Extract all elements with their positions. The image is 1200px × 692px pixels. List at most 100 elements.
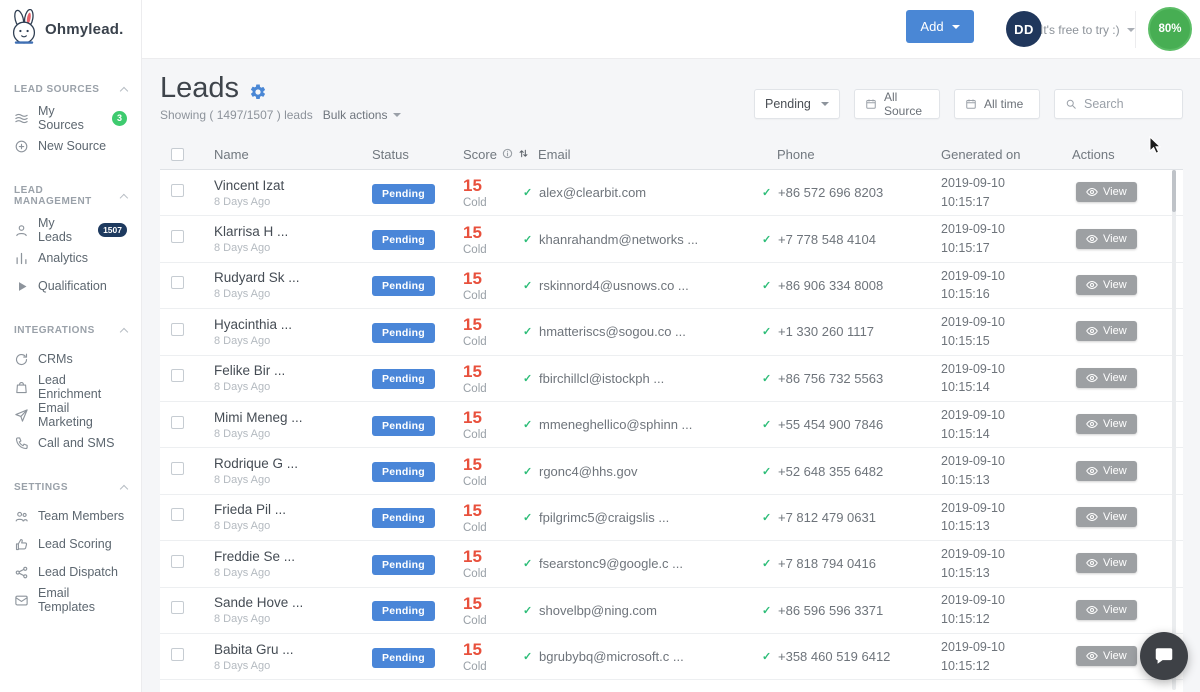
row-checkbox[interactable] bbox=[171, 322, 184, 336]
table-row[interactable]: Freddie Se ... 8 Days Ago Pending 15 Col… bbox=[160, 541, 1183, 588]
brand-logo[interactable]: Ohmylead. bbox=[0, 0, 141, 59]
generated-date: 2019-09-10 bbox=[941, 454, 1005, 469]
view-button[interactable]: View bbox=[1076, 228, 1137, 249]
time-filter-dropdown[interactable]: All time bbox=[954, 89, 1040, 119]
view-button-label: View bbox=[1103, 650, 1127, 663]
profile-completion-ring[interactable]: 80% bbox=[1148, 7, 1192, 51]
status-badge: Pending bbox=[372, 276, 435, 297]
header-actions: Actions bbox=[1072, 147, 1115, 162]
view-button[interactable]: View bbox=[1076, 553, 1137, 574]
row-checkbox[interactable] bbox=[171, 601, 184, 615]
section-lead-sources[interactable]: LEAD SOURCES bbox=[0, 84, 141, 96]
view-button[interactable]: View bbox=[1076, 460, 1137, 481]
filters-bar: Pending All Source All time bbox=[754, 89, 1183, 119]
generated-time: 10:15:13 bbox=[941, 519, 990, 534]
table-row[interactable]: Vincent Izat 8 Days Ago Pending 15 Cold … bbox=[160, 170, 1183, 217]
sidebar-item-lead-enrichment[interactable]: Lead Enrichment bbox=[0, 373, 141, 401]
info-icon[interactable] bbox=[502, 147, 513, 162]
account-menu[interactable]: It's free to try :) bbox=[1040, 0, 1135, 59]
section-settings[interactable]: SETTINGS bbox=[0, 482, 141, 494]
lead-email: rskinnord4@usnows.co ... bbox=[539, 277, 689, 293]
sidebar-item-my-sources[interactable]: My Sources 3 bbox=[0, 104, 141, 132]
add-button[interactable]: Add bbox=[906, 10, 974, 43]
lead-age: 8 Days Ago bbox=[214, 334, 271, 347]
table-row[interactable]: Frieda Pil ... 8 Days Ago Pending 15 Col… bbox=[160, 494, 1183, 542]
table-header-row: Name Status Score Email Phone Generated … bbox=[160, 140, 1183, 170]
lead-name: Freddie Se ... bbox=[214, 548, 296, 564]
sidebar-item-call-and-sms[interactable]: Call and SMS bbox=[0, 429, 141, 457]
sidebar-item-analytics[interactable]: Analytics bbox=[0, 244, 141, 272]
table-row[interactable]: Mimi Meneg ... 8 Days Ago Pending 15 Col… bbox=[160, 401, 1183, 449]
section-integrations[interactable]: INTEGRATIONS bbox=[0, 325, 141, 337]
sidebar-item-team-members[interactable]: Team Members bbox=[0, 502, 141, 530]
sidebar-item-email-templates[interactable]: Email Templates bbox=[0, 586, 141, 614]
table-row[interactable]: Felike Bir ... 8 Days Ago Pending 15 Col… bbox=[160, 355, 1183, 402]
status-filter-dropdown[interactable]: Pending bbox=[754, 89, 840, 119]
plus-circle-icon bbox=[14, 139, 29, 154]
sidebar-item-lead-scoring[interactable]: Lead Scoring bbox=[0, 530, 141, 558]
row-checkbox[interactable] bbox=[171, 508, 184, 522]
sidebar-item-my-leads[interactable]: My Leads 1507 bbox=[0, 216, 141, 244]
row-checkbox[interactable] bbox=[171, 230, 184, 244]
lead-phone: +55 454 900 7846 bbox=[778, 417, 884, 433]
generated-time: 10:15:13 bbox=[941, 473, 990, 488]
view-button[interactable]: View bbox=[1076, 646, 1137, 667]
verified-check-icon: ✓ bbox=[762, 372, 772, 385]
row-checkbox[interactable] bbox=[171, 369, 184, 383]
avatar[interactable]: DD bbox=[1006, 11, 1042, 47]
header-generated-on: Generated on bbox=[941, 147, 1021, 162]
sidebar-item-label: CRMs bbox=[38, 352, 73, 366]
lead-email: hmatteriscs@sogou.co ... bbox=[539, 324, 686, 340]
row-checkbox[interactable] bbox=[171, 647, 184, 661]
table-row[interactable]: Rudyard Sk ... 8 Days Ago Pending 15 Col… bbox=[160, 262, 1183, 310]
sidebar-item-crms[interactable]: CRMs bbox=[0, 345, 141, 373]
view-button[interactable]: View bbox=[1076, 367, 1137, 388]
verified-check-icon: ✓ bbox=[523, 651, 533, 664]
sidebar-item-email-marketing[interactable]: Email Marketing bbox=[0, 401, 141, 429]
chat-launcher[interactable] bbox=[1140, 632, 1188, 680]
row-checkbox[interactable] bbox=[171, 462, 184, 476]
table-row[interactable]: Rodrique G ... 8 Days Ago Pending 15 Col… bbox=[160, 448, 1183, 495]
verified-check-icon: ✓ bbox=[523, 511, 533, 524]
sidebar-item-lead-dispatch[interactable]: Lead Dispatch bbox=[0, 558, 141, 586]
table-row[interactable]: Babita Gru ... 8 Days Ago Pending 15 Col… bbox=[160, 633, 1183, 681]
chevron-down-icon bbox=[821, 102, 829, 106]
section-lead-management[interactable]: LEAD MANAGEMENT bbox=[0, 185, 141, 207]
lead-email: mmeneghellico@sphinn ... bbox=[539, 417, 693, 433]
leads-settings-gear-icon[interactable] bbox=[249, 83, 267, 101]
row-checkbox[interactable] bbox=[171, 183, 184, 197]
table-row[interactable]: 15 ✓ ✓ 2019-09-10 View bbox=[160, 680, 1183, 692]
verified-check-icon: ✓ bbox=[762, 604, 772, 617]
search-box[interactable] bbox=[1054, 89, 1183, 119]
bulk-actions-label: Bulk actions bbox=[322, 108, 388, 122]
header-status: Status bbox=[372, 147, 409, 162]
row-checkbox[interactable] bbox=[171, 554, 184, 568]
row-checkbox[interactable] bbox=[171, 276, 184, 290]
sort-icon[interactable] bbox=[518, 147, 529, 162]
generated-time: 10:15:17 bbox=[941, 194, 990, 209]
search-input[interactable] bbox=[1084, 97, 1174, 111]
source-filter-value: All Source bbox=[884, 90, 923, 118]
table-row[interactable]: Hyacinthia ... 8 Days Ago Pending 15 Col… bbox=[160, 309, 1183, 356]
sidebar-item-new-source[interactable]: New Source bbox=[0, 132, 141, 160]
lead-name: Babita Gru ... bbox=[214, 641, 294, 657]
table-row[interactable]: Sande Hove ... 8 Days Ago Pending 15 Col… bbox=[160, 587, 1183, 634]
sidebar-item-qualification[interactable]: Qualification bbox=[0, 272, 141, 300]
sidebar-item-label: Lead Scoring bbox=[38, 537, 112, 551]
view-button[interactable]: View bbox=[1076, 321, 1137, 342]
scrollbar-thumb[interactable] bbox=[1172, 170, 1176, 212]
table-row[interactable]: Klarrisa H ... 8 Days Ago Pending 15 Col… bbox=[160, 216, 1183, 263]
status-badge: Pending bbox=[372, 183, 435, 204]
verified-check-icon: ✓ bbox=[523, 604, 533, 617]
row-checkbox[interactable] bbox=[171, 415, 184, 429]
select-all-checkbox[interactable] bbox=[171, 148, 184, 161]
view-button[interactable]: View bbox=[1076, 506, 1137, 527]
header-score: Score bbox=[463, 147, 497, 162]
view-button[interactable]: View bbox=[1076, 182, 1137, 203]
source-filter-dropdown[interactable]: All Source bbox=[854, 89, 940, 119]
bulk-actions-dropdown[interactable]: Bulk actions bbox=[323, 108, 402, 122]
page-header: Leads Showing ( 1497/1507 ) leads Bulk a… bbox=[142, 59, 1200, 140]
view-button[interactable]: View bbox=[1076, 599, 1137, 620]
view-button[interactable]: View bbox=[1076, 274, 1137, 295]
view-button[interactable]: View bbox=[1076, 414, 1137, 435]
